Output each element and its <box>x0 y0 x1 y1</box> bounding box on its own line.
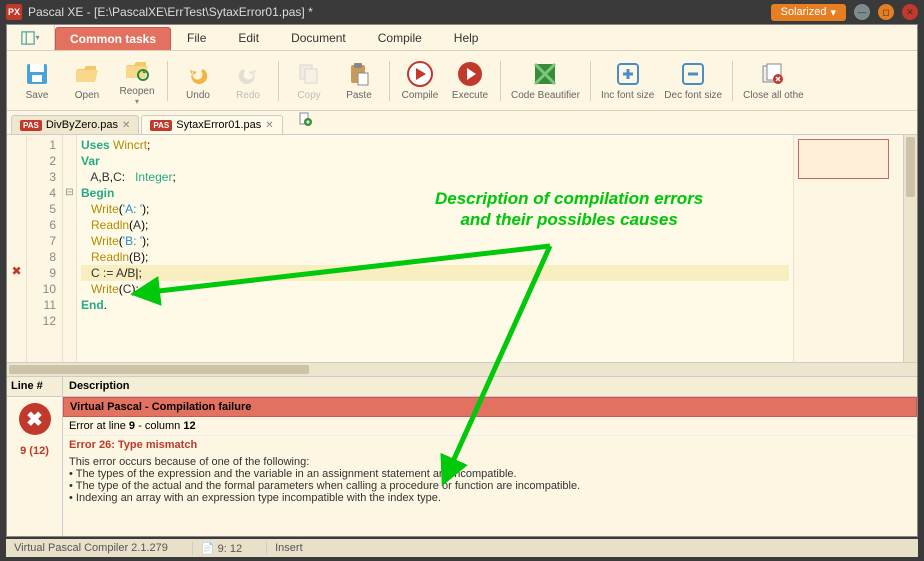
theme-dropdown[interactable]: Solarized▾ <box>771 4 846 21</box>
vertical-scrollbar[interactable] <box>903 135 917 362</box>
annotation-text: Description of compilation errors and th… <box>435 188 703 231</box>
menu-file[interactable]: File <box>171 25 222 50</box>
window-title: Pascal XE - [E:\PascalXE\ErrTest\SytaxEr… <box>28 5 771 19</box>
error-title: Virtual Pascal - Compilation failure <box>63 397 917 417</box>
close-window-button[interactable]: ✕ <box>902 4 918 20</box>
minimize-button[interactable]: — <box>854 4 870 20</box>
menu-help[interactable]: Help <box>438 25 495 50</box>
paste-button[interactable]: Paste <box>335 54 383 108</box>
copy-button[interactable]: Copy <box>285 54 333 108</box>
error-line-ref: 9 (12) <box>7 441 62 461</box>
pas-badge-icon: PAS <box>20 120 42 131</box>
error-description: This error occurs because of one of the … <box>63 454 917 506</box>
layout-panel-button[interactable]: ▾ <box>7 25 55 50</box>
app-icon: PX <box>6 4 22 20</box>
open-button[interactable]: Open <box>63 54 111 108</box>
execute-icon <box>456 60 484 88</box>
beautifier-button[interactable]: Code Beautifier <box>507 54 584 108</box>
tab-common-tasks[interactable]: Common tasks <box>55 27 171 50</box>
status-compiler: Virtual Pascal Compiler 2.1.279 <box>14 542 168 554</box>
new-file-icon <box>298 112 312 126</box>
menu-document[interactable]: Document <box>275 25 362 50</box>
paste-icon <box>345 60 373 88</box>
error-col-desc-header: Description <box>63 377 917 397</box>
undo-button[interactable]: Undo <box>174 54 222 108</box>
chevron-down-icon: ▾ <box>830 6 836 19</box>
file-tab-divbyzero[interactable]: PAS DivByZero.pas ✕ <box>11 115 139 134</box>
error-location: Error at line 9 - column 12 <box>63 417 917 436</box>
error-name: Error 26: Type mismatch <box>63 436 917 454</box>
code-area[interactable]: Uses Wincrt;Var A,B,C: Integer;Begin Wri… <box>77 135 793 362</box>
marker-gutter: ✖ <box>7 135 27 362</box>
undo-icon <box>184 60 212 88</box>
file-tab-sytaxerror01[interactable]: PAS SytaxError01.pas ✕ <box>141 115 282 134</box>
menu-edit[interactable]: Edit <box>222 25 275 50</box>
error-indicator-icon: ✖ <box>19 403 51 435</box>
maximize-button[interactable]: ◻ <box>878 4 894 20</box>
folder-open-icon <box>73 60 101 88</box>
new-file-button[interactable] <box>295 109 315 134</box>
error-panel: Line # ✖ 9 (12) Description Virtual Pasc… <box>7 376 917 536</box>
compile-icon <box>406 60 434 88</box>
layout-icon <box>21 31 35 45</box>
theme-label: Solarized <box>781 6 827 18</box>
redo-icon <box>234 60 262 88</box>
fold-gutter: ⊟ <box>63 135 77 362</box>
folder-reopen-icon <box>123 56 151 84</box>
pas-badge-icon: PAS <box>150 120 172 131</box>
beautifier-icon <box>531 60 559 88</box>
file-tab-bar: PAS DivByZero.pas ✕ PAS SytaxError01.pas… <box>7 111 917 135</box>
execute-button[interactable]: Execute <box>446 54 494 108</box>
save-icon <box>23 60 51 88</box>
close-tab-button[interactable]: ✕ <box>122 120 130 131</box>
save-button[interactable]: Save <box>13 54 61 108</box>
close-all-others-button[interactable]: Close all othe <box>739 54 808 108</box>
line-number-gutter: 123456789101112 <box>27 135 63 362</box>
close-all-icon <box>759 60 787 88</box>
status-bar: Virtual Pascal Compiler 2.1.279 📄 9: 12 … <box>6 539 918 557</box>
status-insert-mode: Insert <box>266 542 303 554</box>
dec-font-button[interactable]: Dec font size <box>660 54 726 108</box>
minimap[interactable] <box>793 135 903 362</box>
code-editor[interactable]: ✖ 123456789101112 ⊟ Uses Wincrt;Var A,B,… <box>7 135 917 362</box>
minus-icon <box>679 60 707 88</box>
menu-bar: ▾ Common tasks File Edit Document Compil… <box>7 25 917 51</box>
inc-font-button[interactable]: Inc font size <box>597 54 658 108</box>
horizontal-scrollbar[interactable] <box>7 362 917 376</box>
copy-icon <box>295 60 323 88</box>
menu-compile[interactable]: Compile <box>362 25 438 50</box>
reopen-button[interactable]: Reopen▾ <box>113 54 161 108</box>
title-bar: PX Pascal XE - [E:\PascalXE\ErrTest\Syta… <box>0 0 924 24</box>
toolbar: Save Open Reopen▾ Undo Redo Copy Paste C… <box>7 51 917 111</box>
error-col-line-header: Line # <box>7 377 62 397</box>
plus-icon <box>614 60 642 88</box>
compile-button[interactable]: Compile <box>396 54 444 108</box>
close-tab-button[interactable]: ✕ <box>265 120 273 131</box>
status-cursor-pos: 📄 9: 12 <box>192 542 242 555</box>
redo-button[interactable]: Redo <box>224 54 272 108</box>
